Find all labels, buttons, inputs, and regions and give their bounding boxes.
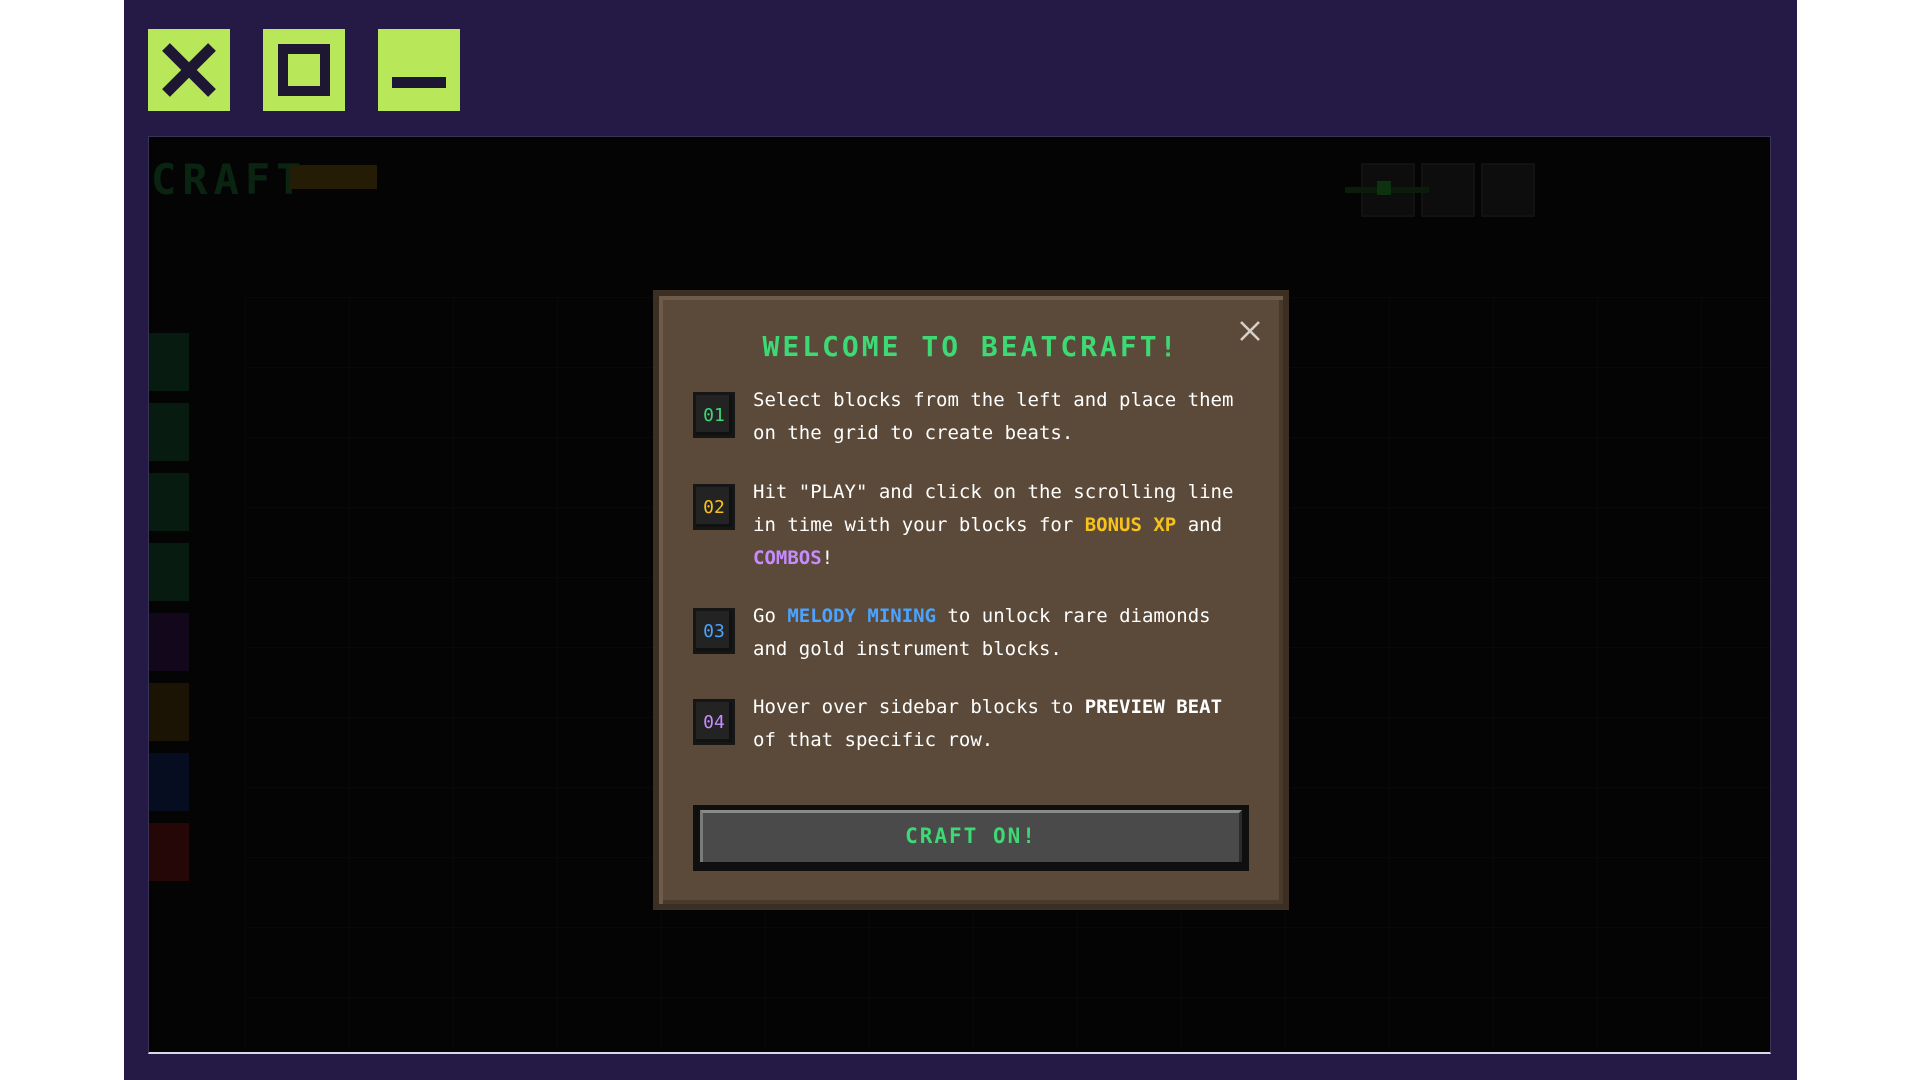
bonus-xp-highlight: BONUS XP xyxy=(1084,514,1177,536)
step-number: 02 xyxy=(693,484,735,530)
combos-highlight: COMBOS xyxy=(753,547,822,569)
window-minimize-button[interactable] xyxy=(378,29,460,111)
step-text: Hover over sidebar blocks to PREVIEW BEA… xyxy=(753,696,1223,751)
step-text: Go MELODY MINING to unlock rare diamonds… xyxy=(753,605,1211,660)
step-number: 01 xyxy=(693,392,735,438)
step-number: 03 xyxy=(693,608,735,654)
minimize-icon xyxy=(392,77,446,88)
craft-on-button[interactable]: CRAFT ON! xyxy=(693,805,1249,871)
dialog-title: WELCOME TO BEATCRAFT! xyxy=(762,330,1180,363)
app-screen: CRAFT WELCOME TO BEATCRAFT! 01 Select bl… xyxy=(148,136,1771,1054)
maximize-icon xyxy=(278,44,330,96)
step-text: Select blocks from the left and place th… xyxy=(753,389,1234,444)
window-close-button[interactable] xyxy=(148,29,230,111)
step-text: Hit "PLAY" and click on the scrolling li… xyxy=(753,481,1234,569)
preview-beat-highlight: PREVIEW BEAT xyxy=(1084,696,1223,718)
window-maximize-button[interactable] xyxy=(263,29,345,111)
craft-on-label: CRAFT ON! xyxy=(700,810,1242,862)
close-icon xyxy=(162,43,216,97)
melody-mining-highlight: MELODY MINING xyxy=(787,605,937,627)
welcome-dialog: WELCOME TO BEATCRAFT! 01 Select blocks f… xyxy=(653,290,1289,910)
step-number: 04 xyxy=(693,699,735,745)
